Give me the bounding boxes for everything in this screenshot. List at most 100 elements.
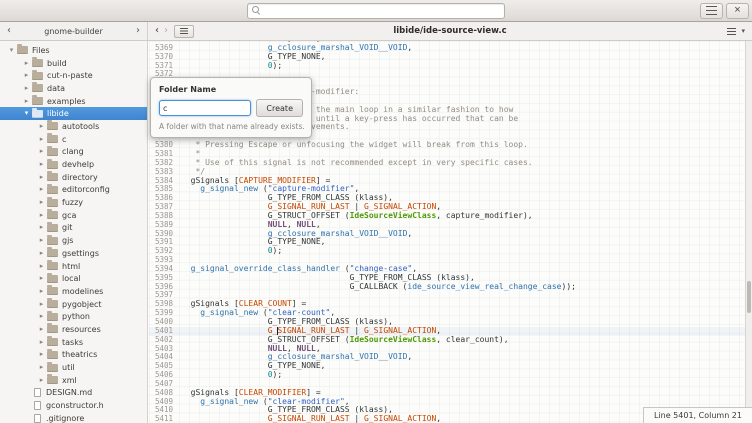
- close-button[interactable]: ×: [726, 3, 749, 19]
- tree-item-util[interactable]: ▸util: [0, 361, 147, 374]
- folder-icon: [32, 72, 43, 80]
- tree-item-.gitignore[interactable]: .gitignore: [0, 412, 147, 423]
- expander-closed-icon[interactable]: ▸: [37, 377, 46, 384]
- tree-item-label: gca: [62, 211, 76, 220]
- folder-icon: [32, 59, 43, 67]
- folder-icon: [47, 186, 58, 194]
- tree-item-label: local: [62, 274, 81, 283]
- expander-closed-icon[interactable]: ▸: [37, 212, 46, 219]
- expander-closed-icon[interactable]: ▸: [22, 72, 31, 79]
- folder-icon: [47, 199, 58, 207]
- expander-closed-icon[interactable]: ▸: [37, 148, 46, 155]
- tree-item-modelines[interactable]: ▸ modelines: [0, 285, 147, 298]
- tree-item-autotools[interactable]: ▸autotools: [0, 120, 147, 133]
- new-folder-popover: Folder Name Create A folder with that na…: [150, 77, 312, 138]
- expander-closed-icon[interactable]: ▸: [22, 60, 31, 67]
- expander-closed-icon[interactable]: ▸: [37, 161, 46, 168]
- tree-item-DESIGN.md[interactable]: DESIGN.md: [0, 387, 147, 400]
- tree-item-libide[interactable]: ▾libide: [0, 107, 147, 120]
- expander-closed-icon[interactable]: ▸: [37, 186, 46, 193]
- folder-icon: [17, 46, 28, 54]
- file-icon: [34, 388, 41, 397]
- tree-item-git[interactable]: ▸git: [0, 222, 147, 235]
- tree-item-tasks[interactable]: ▸tasks: [0, 336, 147, 349]
- expander-closed-icon[interactable]: ▸: [37, 174, 46, 181]
- code-line-5392[interactable]: 5392 0);: [149, 247, 752, 256]
- scrollbar-thumb[interactable]: [747, 281, 751, 313]
- project-prev-icon[interactable]: ‹: [7, 26, 11, 36]
- tree-item-fuzzy[interactable]: ▸fuzzy: [0, 196, 147, 209]
- tree-item-clang[interactable]: ▸ clang: [0, 146, 147, 159]
- expander-closed-icon[interactable]: ▸: [37, 250, 46, 257]
- global-search-input[interactable]: [247, 3, 505, 19]
- tree-item-c[interactable]: ▸c: [0, 133, 147, 146]
- expander-closed-icon[interactable]: ▸: [37, 301, 46, 308]
- expander-closed-icon[interactable]: ▸: [37, 275, 46, 282]
- tree-item-cut-n-paste[interactable]: ▸cut-n-paste: [0, 69, 147, 82]
- tree-item-gsettings[interactable]: ▸ gsettings: [0, 247, 147, 260]
- tree-item-data[interactable]: ▸data: [0, 82, 147, 95]
- project-next-icon[interactable]: ›: [136, 26, 140, 36]
- tree-item-xml[interactable]: ▸ xml: [0, 374, 147, 387]
- gnome-builder-window: × ‹ gnome-builder › ‹ › libide/ide-sourc…: [0, 0, 752, 423]
- expander-closed-icon[interactable]: ▸: [37, 351, 46, 358]
- tree-item-label: modelines: [62, 287, 103, 296]
- open-documents-button[interactable]: [174, 25, 194, 38]
- folder-icon: [47, 173, 58, 181]
- tree-item-theatrics[interactable]: ▸theatrics: [0, 349, 147, 362]
- tree-item-label: DESIGN.md: [46, 388, 92, 397]
- expander-closed-icon[interactable]: ▸: [37, 313, 46, 320]
- tree-item-examples[interactable]: ▸examples: [0, 95, 147, 108]
- view-options-icon[interactable]: [727, 28, 736, 35]
- expander-open-icon[interactable]: ▾: [7, 47, 16, 54]
- back-icon[interactable]: ‹: [155, 26, 159, 36]
- expander-closed-icon[interactable]: ▸: [37, 288, 46, 295]
- tree-item-gca[interactable]: ▸ gca: [0, 209, 147, 222]
- code-line-5406[interactable]: 5406 0);: [149, 371, 752, 380]
- headerbar-actions: ×: [700, 0, 749, 21]
- tree-item-Files[interactable]: ▾Files: [0, 44, 147, 57]
- code-text: 0);: [181, 247, 282, 256]
- tree-item-label: editorconfig: [62, 185, 110, 194]
- expander-closed-icon[interactable]: ▸: [37, 123, 46, 130]
- menu-button[interactable]: [700, 3, 723, 19]
- tree-item-editorconfig[interactable]: ▸ editorconfig: [0, 184, 147, 197]
- code-line-5380[interactable]: 5380 * Pressing Escape or unfocusing the…: [149, 141, 752, 150]
- tree-item-label: clang: [62, 147, 84, 156]
- code-line-5396[interactable]: 5396 G_CALLBACK (ide_source_view_real_ch…: [149, 283, 752, 292]
- editor-scrollbar[interactable]: [745, 41, 752, 423]
- tree-item-label: gsettings: [62, 249, 99, 258]
- expander-closed-icon[interactable]: ▸: [37, 224, 46, 231]
- expander-closed-icon[interactable]: ▸: [37, 339, 46, 346]
- tree-item-local[interactable]: ▸ local: [0, 272, 147, 285]
- code-line-5371[interactable]: 5371 0);: [149, 62, 752, 71]
- code-line-5382[interactable]: 5382 * Use of this signal is not recomme…: [149, 159, 752, 168]
- folder-icon: [47, 122, 58, 130]
- forward-icon[interactable]: ›: [164, 26, 168, 36]
- expander-closed-icon[interactable]: ▸: [37, 326, 46, 333]
- expander-closed-icon[interactable]: ▸: [37, 199, 46, 206]
- tree-item-gjs[interactable]: ▸gjs: [0, 234, 147, 247]
- expander-closed-icon[interactable]: ▸: [22, 98, 31, 105]
- create-button[interactable]: Create: [256, 99, 303, 117]
- tree-item-gconstructor.h[interactable]: gconstructor.h: [0, 399, 147, 412]
- expander-closed-icon[interactable]: ▸: [22, 85, 31, 92]
- code-text: G_CALLBACK (ide_source_view_real_change_…: [181, 283, 576, 292]
- tree-item-python[interactable]: ▸python: [0, 310, 147, 323]
- expander-open-icon[interactable]: ▾: [22, 110, 31, 117]
- chevron-down-icon[interactable]: ▾: [741, 28, 745, 35]
- folder-name-input[interactable]: [159, 100, 251, 116]
- tree-item-label: xml: [62, 376, 77, 385]
- tree-item-html[interactable]: ▸html: [0, 260, 147, 273]
- tree-item-build[interactable]: ▸build: [0, 57, 147, 70]
- tree-item-devhelp[interactable]: ▸devhelp: [0, 158, 147, 171]
- expander-closed-icon[interactable]: ▸: [37, 136, 46, 143]
- tree-item-pygobject[interactable]: ▸pygobject: [0, 298, 147, 311]
- expander-closed-icon[interactable]: ▸: [37, 364, 46, 371]
- expander-closed-icon[interactable]: ▸: [37, 263, 46, 270]
- expander-closed-icon[interactable]: ▸: [37, 237, 46, 244]
- tree-item-directory[interactable]: ▸directory: [0, 171, 147, 184]
- document-actions: ▾: [727, 28, 745, 35]
- tree-item-resources[interactable]: ▸resources: [0, 323, 147, 336]
- hamburger-icon: [706, 6, 717, 15]
